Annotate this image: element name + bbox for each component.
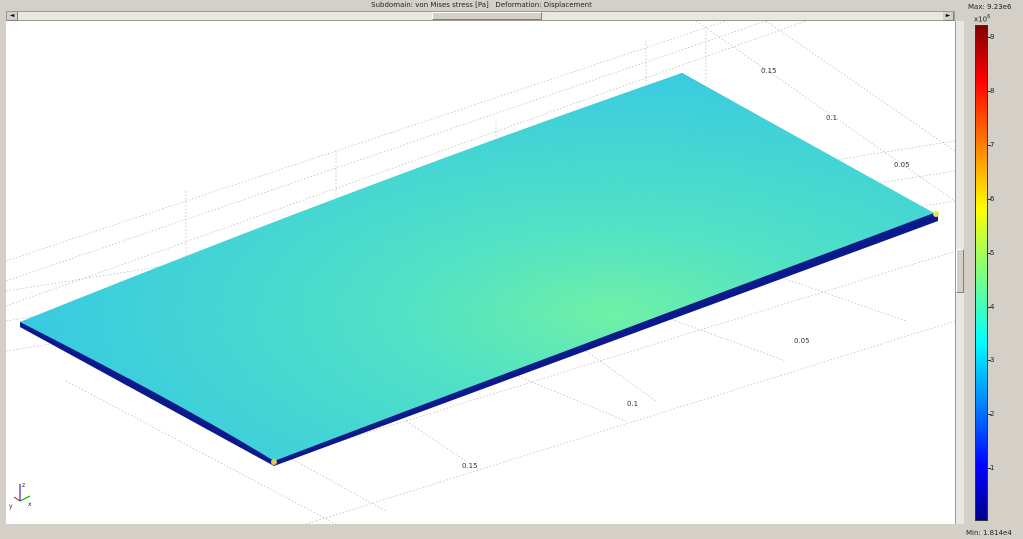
vertical-scroll-thumb[interactable] [956,249,964,293]
tick-label-y-01: 0.1 [826,114,837,122]
colorbar-exponent: x106 [974,14,990,23]
colorbar-min-label: Min: 1.814e4 [966,529,1012,537]
axis-y-label: y [9,503,13,510]
plot-title: Subdomain: von Mises stress [Pa] Deforma… [371,1,592,9]
colorbar-tick-label: 9 [990,33,995,42]
colorbar-tick-label: 6 [990,194,995,203]
scroll-right-button[interactable]: ► [943,12,954,21]
axis-x-label: x [28,501,32,508]
colorbar-gradient [975,25,988,521]
tick-label-x-015: 0.15 [462,462,478,470]
graphics-viewport[interactable]: 0.15 0.1 0.05 0.15 0.1 0.05 z y x [6,21,955,524]
scroll-left-button[interactable]: ◄ [7,12,18,21]
colorbar-tick-label: 2 [990,410,995,419]
colorbar-max-label: Max: 9.23e6 [968,3,1012,11]
colorbar-tick-label: 5 [990,248,995,257]
colorbar-tick-label: 3 [990,356,995,365]
colorbar-exponent-power: 6 [987,14,991,20]
corner-stress-highlight [271,459,277,465]
colorbar-tick-label: 8 [990,87,995,96]
colorbar-tick-label: 1 [990,464,995,473]
colorbar-panel: Max: 9.23e6 x106 987654321 Min: 1.814e4 [964,0,1023,539]
tick-label-x-01: 0.1 [627,400,638,408]
colorbar-exponent-base: x10 [974,15,988,24]
tick-label-x-005: 0.05 [794,337,810,345]
corner-stress-highlight [933,211,939,217]
colorbar-tick-label: 7 [990,141,995,150]
horizontal-scrollbar[interactable]: ◄ ► [6,11,955,21]
colorbar-tick-label: 4 [990,302,995,311]
tick-label-y-015: 0.15 [761,67,777,75]
vertical-scrollbar[interactable] [955,21,964,524]
plot-3d-scene[interactable]: 0.15 0.1 0.05 0.15 0.1 0.05 z y x [6,21,955,524]
tick-label-y-005: 0.05 [894,161,910,169]
axis-z-label: z [22,482,25,489]
horizontal-scroll-thumb[interactable] [432,12,542,20]
axis-triad: z y x [9,482,32,510]
